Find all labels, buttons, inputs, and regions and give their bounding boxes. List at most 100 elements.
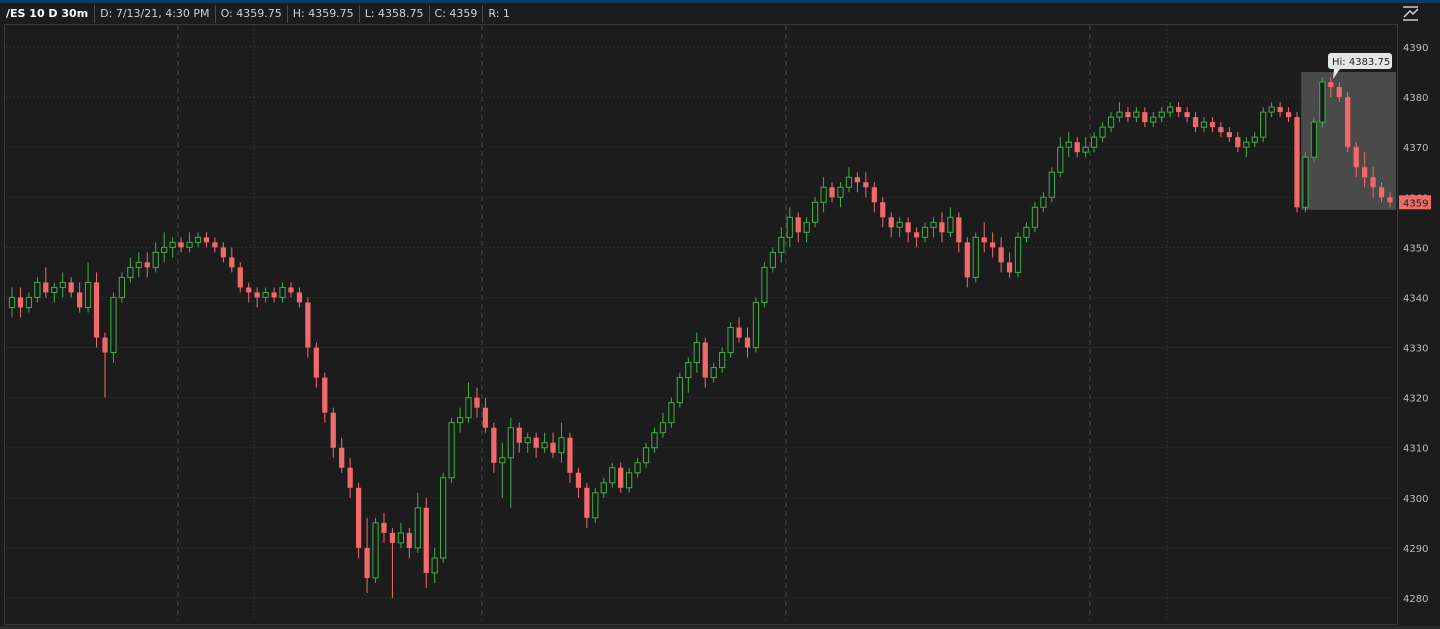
candle <box>474 387 480 418</box>
candle-body-down <box>880 202 886 218</box>
candle <box>575 467 582 498</box>
candle-body-down <box>203 237 210 243</box>
candle-body-down <box>77 292 83 308</box>
candle <box>981 222 987 253</box>
candle-body-up <box>609 467 616 484</box>
candle-body-up <box>59 281 66 288</box>
candle <box>279 282 286 303</box>
candle-body-up <box>279 286 286 298</box>
candle-body-up <box>397 532 405 544</box>
candle-body-up <box>262 291 269 298</box>
candle <box>550 432 556 458</box>
candle-body-down <box>575 472 582 488</box>
candle <box>186 232 193 253</box>
candle <box>769 247 776 273</box>
candle <box>296 287 303 308</box>
candle-body-down <box>1209 122 1216 128</box>
candle <box>1074 137 1080 158</box>
candle <box>1277 102 1283 118</box>
price-chart[interactable]: 4390438043704360435043404330432043104300… <box>0 0 1440 629</box>
candle-body-down <box>981 237 987 243</box>
candle <box>659 412 667 438</box>
candle-body-up <box>845 176 853 188</box>
candle-body-up <box>541 442 548 449</box>
candle <box>609 462 616 488</box>
candle-body-down <box>246 287 252 293</box>
y-tick-label: 4330 <box>1403 344 1428 355</box>
candle-body-up <box>1167 106 1174 113</box>
candle <box>947 207 954 238</box>
candle <box>414 492 421 553</box>
candle-body-up <box>169 241 176 248</box>
candle <box>600 477 607 498</box>
candle <box>102 332 108 398</box>
candle <box>1133 107 1140 123</box>
candle-body-up <box>592 492 599 519</box>
candle <box>262 287 269 303</box>
candle <box>693 332 700 373</box>
candle <box>59 272 66 298</box>
candle-body-up <box>135 261 142 268</box>
candle-body-up <box>152 251 159 268</box>
candle-body-up <box>820 186 827 203</box>
candle-body-up <box>84 281 92 308</box>
candle <box>837 182 844 208</box>
candle <box>43 267 49 298</box>
candle <box>1057 137 1064 178</box>
candle <box>1302 152 1309 213</box>
candle <box>482 397 489 433</box>
candle <box>752 297 760 353</box>
y-tick-label: 4380 <box>1403 93 1428 104</box>
candle <box>820 177 827 213</box>
candle-body-up <box>1260 111 1267 138</box>
candle-body-down <box>1285 112 1292 118</box>
candle-body-up <box>719 352 726 369</box>
candle-body-up <box>194 236 202 243</box>
candle <box>169 237 176 258</box>
candle-body-up <box>1065 141 1072 148</box>
candle <box>1031 202 1039 233</box>
candle-body-down <box>364 547 370 578</box>
candle <box>812 197 819 228</box>
candle-body-down <box>871 187 877 203</box>
candle-body-down <box>474 397 480 408</box>
candle <box>1023 222 1030 243</box>
candle <box>84 262 92 313</box>
candle-body-down <box>964 242 970 278</box>
candle-body-up <box>431 557 438 574</box>
candle <box>845 167 853 193</box>
candle-body-up <box>921 226 929 238</box>
candle <box>1107 112 1115 133</box>
candle-body-up <box>972 236 979 278</box>
candle <box>1167 102 1174 118</box>
candle <box>533 432 539 458</box>
candle-body-down <box>795 217 801 233</box>
candle <box>1040 192 1047 213</box>
candle <box>1319 77 1326 128</box>
candle <box>1090 132 1098 153</box>
candle-body-down <box>998 247 1004 263</box>
candle <box>1251 132 1258 148</box>
candle-body-down <box>1218 127 1224 133</box>
candle-body-up <box>1057 146 1064 173</box>
candle <box>651 427 658 453</box>
candle-body-down <box>271 292 277 298</box>
candle <box>135 252 142 278</box>
candle <box>871 182 877 213</box>
candle-body-up <box>51 286 58 293</box>
candle-body-up <box>752 301 760 349</box>
candle <box>1218 122 1224 138</box>
candle-body-up <box>110 296 117 354</box>
candle-body-down <box>212 242 218 248</box>
candle <box>456 407 464 433</box>
candle <box>1116 102 1123 123</box>
candle <box>1099 122 1106 143</box>
candle-body-up <box>1099 126 1106 138</box>
candle <box>51 282 58 303</box>
candle-body-up <box>1090 136 1098 148</box>
candle-body-up <box>803 221 810 233</box>
candle-body-down <box>144 262 150 268</box>
candle <box>710 362 717 383</box>
candle-body-up <box>1023 226 1030 238</box>
candle <box>516 422 522 453</box>
